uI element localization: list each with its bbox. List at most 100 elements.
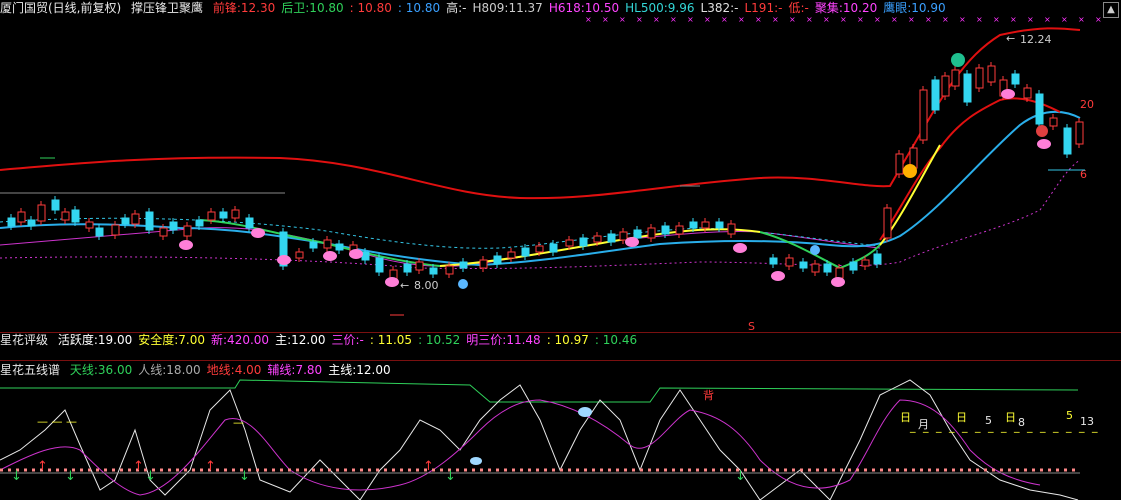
candle <box>549 243 558 253</box>
candle <box>873 253 882 265</box>
candle <box>951 69 960 87</box>
candle <box>159 227 168 237</box>
top-x-marker: × <box>789 15 796 24</box>
candle <box>219 211 228 219</box>
top-x-markers: × × × × × × × × × × × × × × × × × × × × × × × × × × × × × × × <box>585 15 1102 24</box>
candle <box>895 153 904 175</box>
candle <box>309 241 318 249</box>
candle <box>565 239 574 247</box>
pink-diamond-icon <box>771 271 785 281</box>
sub1-item-8: : 10.97 <box>546 333 589 347</box>
sub2-item-4: 主线:12.00 <box>328 363 391 377</box>
candle <box>849 261 858 271</box>
sub2-header: 星花五线谱 天线:36.00 人线:18.00 地线:4.00 辅线:7.80 主线:1… <box>0 362 403 378</box>
divergence-marker: 背 <box>703 389 714 402</box>
top-x-marker: × <box>976 15 983 24</box>
pink-diamond-icon <box>349 249 363 259</box>
candle <box>375 257 384 273</box>
top-x-marker: × <box>823 15 830 24</box>
candle <box>521 247 530 257</box>
sub1-item-0: 活跃度:19.00 <box>57 333 133 347</box>
candle <box>195 219 204 227</box>
top-x-marker: × <box>874 15 881 24</box>
lower-band-line <box>0 227 881 267</box>
candle <box>361 251 370 261</box>
high-arrow-icon: ← <box>1006 32 1015 45</box>
separator-2 <box>0 360 1121 361</box>
down-arrow-icon: ↓ <box>445 469 456 484</box>
high-price-label: 12.24 <box>1020 33 1052 46</box>
candle <box>335 243 344 251</box>
down-arrow-icon: ↓ <box>65 469 76 484</box>
yellow-dash-row: _ _ _ _ _ _ _ _ _ _ _ _ _ _ _ <box>910 420 1100 433</box>
kline-chart[interactable]: × × × × × × × × × × × × × × × × × × × × × × × × × × × × × × × ← 8.00 ←… <box>0 0 1121 332</box>
orange-bottom-signal-icon[interactable] <box>903 164 917 178</box>
candle <box>131 213 140 225</box>
sub1-item-9: : 10.46 <box>594 333 638 347</box>
top-x-marker: × <box>1027 15 1034 24</box>
candle <box>675 225 684 235</box>
aux-line <box>0 399 1041 496</box>
top-x-marker: × <box>738 15 745 24</box>
candle <box>95 227 104 237</box>
sub2-item-3: 辅线:7.80 <box>267 363 323 377</box>
red-ball-signal[interactable] <box>1036 125 1048 137</box>
top-x-marker: × <box>891 15 898 24</box>
blue-dot-signal-2[interactable] <box>810 245 820 255</box>
diamond-osc-icon <box>578 407 592 417</box>
candle <box>183 225 192 237</box>
low-arrow-icon: ← <box>400 279 409 292</box>
candle <box>823 263 832 273</box>
candle <box>7 217 16 227</box>
green-top-signal-icon[interactable] <box>951 53 965 67</box>
candle <box>987 65 996 83</box>
pink-diamond-icon <box>625 237 639 247</box>
pink-diamond-icon <box>733 243 747 253</box>
down-arrow-icon: ↓ <box>239 469 250 484</box>
upper-band-line <box>0 27 1081 200</box>
candle <box>963 73 972 103</box>
top-x-marker: × <box>1061 15 1068 24</box>
pink-diamond-icon <box>251 228 265 238</box>
sub2-item-1: 人线:18.00 <box>138 363 201 377</box>
candle <box>459 261 468 269</box>
candle <box>245 217 254 229</box>
sub2-item-0: 天线:36.00 <box>69 363 133 377</box>
candle <box>17 211 26 223</box>
candle <box>883 207 892 239</box>
pink-diamond-icon <box>323 251 337 261</box>
blue-dot-signal[interactable] <box>458 279 468 289</box>
top-x-marker: × <box>993 15 1000 24</box>
top-x-marker: × <box>721 15 728 24</box>
main-line <box>0 379 1079 500</box>
candle <box>861 259 870 267</box>
candle <box>295 251 304 259</box>
candle <box>931 79 940 111</box>
green-line <box>199 219 441 267</box>
low-price-label: 8.00 <box>414 279 439 292</box>
candle <box>493 255 502 265</box>
candle <box>1035 93 1044 125</box>
candle <box>323 239 332 249</box>
up-arrow-icon: ↑ <box>205 459 216 474</box>
pink-diamond-icon <box>1037 139 1051 149</box>
chart-toggle-icon[interactable]: ▲ <box>1103 2 1119 18</box>
candle <box>169 221 178 231</box>
sub1-item-6: : 10.52 <box>418 333 461 347</box>
candle <box>415 261 424 271</box>
top-x-marker: × <box>670 15 677 24</box>
candle <box>1023 87 1032 99</box>
sub2-title[interactable]: 星花五线谱 <box>0 363 60 377</box>
pink-diamond-icon <box>277 255 291 265</box>
candle <box>619 231 628 241</box>
right-upper-label: 20 <box>1080 98 1094 111</box>
top-x-marker: × <box>1095 15 1102 24</box>
yellow-dash-mark: — — — <box>37 415 77 428</box>
sub1-title[interactable]: 星花评级 <box>0 333 48 347</box>
candle <box>27 219 36 227</box>
top-x-marker: × <box>585 15 592 24</box>
diamond-osc-icon-2 <box>470 457 482 465</box>
up-arrow-icon: ↑ <box>423 459 434 474</box>
sub1-item-2: 新:420.00 <box>211 333 270 347</box>
sub1-item-7: 明三价:11.48 <box>466 333 541 347</box>
